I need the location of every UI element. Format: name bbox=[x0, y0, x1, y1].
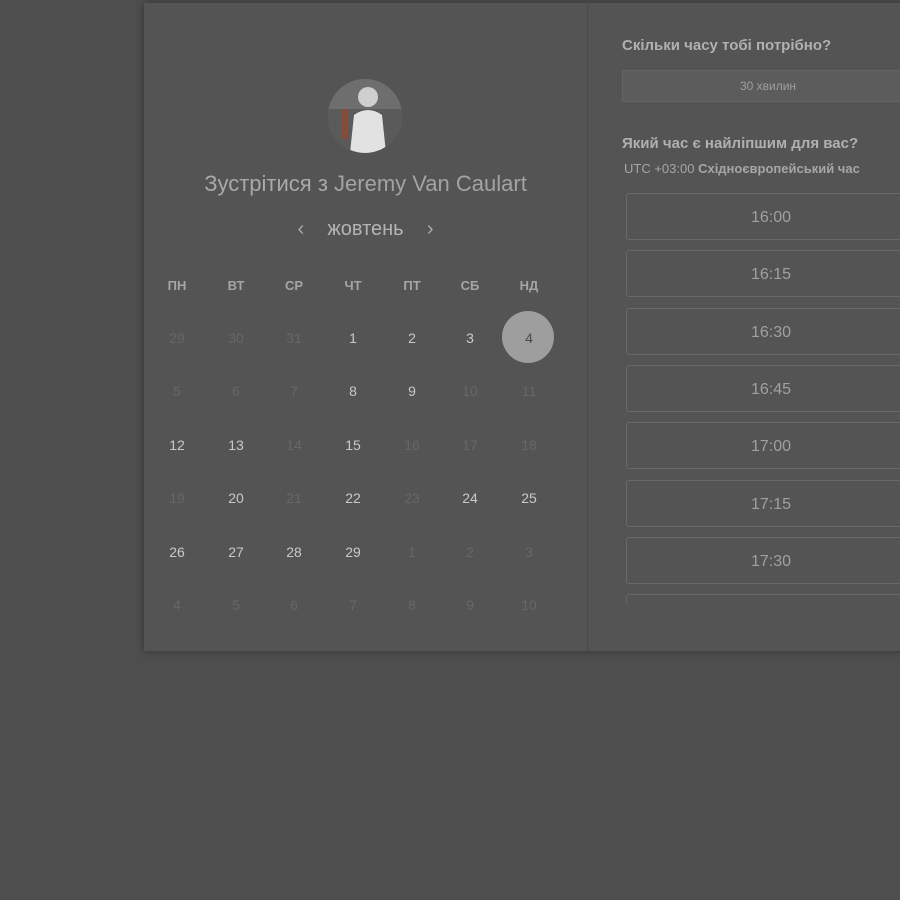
calendar-day: 7 bbox=[349, 597, 357, 613]
calendar-day[interactable]: 28 bbox=[269, 542, 319, 562]
weekday-label: СБ bbox=[460, 278, 480, 293]
calendar-day[interactable]: 20 bbox=[211, 488, 261, 508]
calendar-day: 14 bbox=[286, 437, 302, 453]
time-slot[interactable] bbox=[626, 594, 900, 603]
weekday-label: ЧТ bbox=[344, 278, 362, 293]
calendar-day: 7 bbox=[290, 383, 298, 399]
calendar-day: 4 bbox=[173, 597, 181, 613]
calendar-day: 10 bbox=[521, 597, 537, 613]
time-slot-list: 16:00 16:15 16:30 16:45 17:00 17:15 17:30 bbox=[626, 193, 900, 603]
calendar-day: 17 bbox=[462, 437, 478, 453]
calendar-day[interactable]: 27 bbox=[211, 542, 261, 562]
calendar-day[interactable]: 26 bbox=[152, 542, 202, 562]
calendar-day: 10 bbox=[462, 383, 478, 399]
prev-month-icon[interactable]: ‹ bbox=[290, 218, 312, 241]
calendar-day: 8 bbox=[408, 597, 416, 613]
calendar-day[interactable]: 29 bbox=[328, 542, 378, 562]
calendar-day[interactable]: 25 bbox=[504, 488, 554, 508]
weekday-label: ПТ bbox=[403, 278, 421, 293]
calendar-day[interactable]: 12 bbox=[152, 435, 202, 455]
calendar-day: 29 bbox=[169, 330, 185, 346]
host-name: Jeremy Van Caulart bbox=[334, 171, 527, 196]
month-navigation: ‹ жовтень › bbox=[144, 218, 587, 241]
calendar-day[interactable]: 13 bbox=[211, 435, 261, 455]
calendar-day[interactable]: 8 bbox=[328, 381, 378, 401]
duration-heading: Скільки часу тобі потрібно? bbox=[622, 37, 832, 54]
calendar-day[interactable]: 9 bbox=[387, 381, 437, 401]
time-panel: Скільки часу тобі потрібно? 30 хвилин Як… bbox=[588, 3, 900, 651]
time-slot[interactable]: 17:30 bbox=[626, 536, 900, 584]
calendar-day[interactable]: 1 bbox=[328, 328, 378, 348]
calendar-day-selected[interactable]: 4 bbox=[504, 328, 554, 348]
weekday-label: СР bbox=[284, 278, 304, 293]
time-heading: Який час є найліпшим для вас? bbox=[622, 135, 859, 152]
calendar-day: 19 bbox=[169, 490, 185, 506]
calendar-day: 11 bbox=[521, 383, 537, 399]
timezone-selector[interactable]: UTC +03:00 Східноєвропейський час bbox=[624, 161, 860, 176]
time-slot[interactable]: 16:30 bbox=[626, 307, 900, 355]
timezone-name: Східноєвропейський час bbox=[698, 161, 860, 176]
time-slot[interactable]: 17:15 bbox=[626, 479, 900, 527]
time-slot[interactable]: 16:00 bbox=[626, 193, 900, 240]
calendar-day[interactable]: 22 bbox=[328, 488, 378, 508]
timezone-offset: UTC +03:00 bbox=[624, 161, 695, 176]
calendar-day: 21 bbox=[286, 490, 302, 506]
meet-prefix: Зустрітися з bbox=[204, 171, 328, 196]
next-month-icon[interactable]: › bbox=[419, 218, 441, 241]
weekday-label: ПН bbox=[167, 278, 187, 293]
meeting-title: Зустрітися з Jeremy Van Caulart bbox=[144, 171, 587, 197]
calendar-day[interactable]: 24 bbox=[445, 488, 495, 508]
calendar-day: 5 bbox=[173, 383, 181, 399]
calendar-day[interactable]: 2 bbox=[387, 328, 437, 348]
calendar-day: 3 bbox=[525, 544, 533, 560]
time-slot[interactable]: 17:00 bbox=[626, 422, 900, 470]
month-label: жовтень bbox=[327, 218, 404, 240]
weekday-header: ПН ВТ СР ЧТ ПТ СБ НД bbox=[144, 278, 587, 294]
calendar-day: 6 bbox=[232, 383, 240, 399]
host-photo-icon bbox=[328, 79, 402, 153]
calendar-day: 5 bbox=[232, 597, 240, 613]
calendar-day: 1 bbox=[408, 544, 416, 560]
weekday-label: НД bbox=[519, 278, 539, 293]
duration-select[interactable]: 30 хвилин bbox=[622, 70, 900, 102]
calendar-day: 31 bbox=[286, 330, 302, 346]
calendar-panel: Зустрітися з Jeremy Van Caulart ‹ жовтен… bbox=[144, 3, 588, 651]
calendar-day: 18 bbox=[521, 437, 537, 453]
calendar-day: 30 bbox=[228, 330, 244, 346]
time-slot[interactable]: 16:15 bbox=[626, 250, 900, 298]
calendar-day: 23 bbox=[404, 490, 420, 506]
calendar-day[interactable]: 3 bbox=[445, 328, 495, 348]
calendar-day: 6 bbox=[290, 597, 298, 613]
calendar-day: 2 bbox=[466, 544, 474, 560]
calendar-day: 9 bbox=[466, 597, 474, 613]
calendar-day[interactable]: 15 bbox=[328, 435, 378, 455]
calendar-day: 16 bbox=[404, 437, 420, 453]
weekday-label: ВТ bbox=[227, 278, 245, 293]
time-slot[interactable]: 16:45 bbox=[626, 364, 900, 412]
booking-card: Зустрітися з Jeremy Van Caulart ‹ жовтен… bbox=[144, 3, 900, 651]
avatar bbox=[328, 79, 402, 153]
